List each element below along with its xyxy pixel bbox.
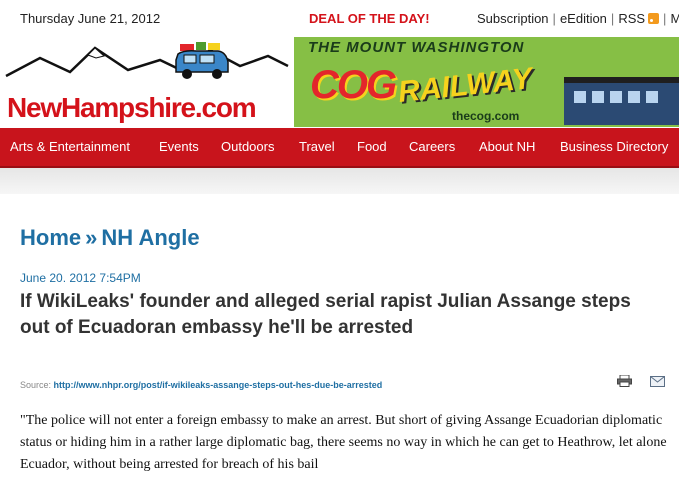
- nav-arts-entertainment[interactable]: Arts & Entertainment: [10, 139, 130, 154]
- cog-railway-ad-banner[interactable]: THE MOUNT WASHINGTON COG RAILWAY thecog.…: [294, 37, 679, 127]
- main-nav: Arts & Entertainment Events Outdoors Tra…: [0, 128, 679, 168]
- nav-travel[interactable]: Travel: [299, 139, 335, 154]
- ad-cog-text: COG: [310, 63, 397, 107]
- ad-url: thecog.com: [452, 109, 520, 123]
- email-icon[interactable]: [650, 376, 665, 387]
- nav-outdoors[interactable]: Outdoors: [221, 139, 274, 154]
- breadcrumb-home-link[interactable]: Home: [20, 225, 81, 250]
- nav-business-directory[interactable]: Business Directory: [560, 139, 668, 154]
- breadcrumb-section-link[interactable]: NH Angle: [101, 225, 199, 250]
- rss-icon[interactable]: [648, 13, 660, 24]
- logo-text: NewHampshire.com: [7, 92, 257, 123]
- deal-of-the-day-link[interactable]: DEAL OF THE DAY!: [309, 11, 430, 26]
- eedition-link[interactable]: eEdition: [560, 11, 607, 26]
- source-label: Source:: [20, 380, 52, 390]
- source-link[interactable]: http://www.nhpr.org/post/if-wikileaks-as…: [54, 380, 383, 390]
- more-link[interactable]: M: [670, 11, 679, 26]
- subscription-link[interactable]: Subscription: [477, 11, 549, 26]
- ad-railway-text: RAILWAY: [396, 62, 534, 109]
- mountain-logo-icon: [5, 46, 289, 78]
- sub-nav-bar: [0, 168, 679, 194]
- site-logo[interactable]: NewHampshire.com: [0, 36, 292, 126]
- breadcrumb: Home» NH Angle: [20, 225, 200, 251]
- print-icon[interactable]: [617, 375, 632, 387]
- nav-about-nh[interactable]: About NH: [479, 139, 535, 154]
- nav-food[interactable]: Food: [357, 139, 387, 154]
- car-logo-icon: [175, 42, 229, 79]
- article-body: "The police will not enter a foreign emb…: [20, 413, 667, 472]
- ad-title: THE MOUNT WASHINGTON: [308, 39, 525, 56]
- current-date: Thursday June 21, 2012: [20, 11, 161, 26]
- train-image: [564, 77, 679, 125]
- top-links: Subscription | eEdition | RSS | M: [477, 11, 679, 26]
- article-source: Source: http://www.nhpr.org/post/if-wiki…: [20, 380, 382, 390]
- nav-careers[interactable]: Careers: [409, 139, 455, 154]
- article-headline: If WikiLeaks' founder and alleged serial…: [20, 291, 631, 338]
- breadcrumb-separator: »: [85, 225, 98, 250]
- top-bar: Thursday June 21, 2012 DEAL OF THE DAY! …: [0, 0, 679, 34]
- nav-events[interactable]: Events: [159, 139, 199, 154]
- rss-link[interactable]: RSS: [618, 11, 645, 26]
- article-date: June 20. 2012 7:54PM: [20, 271, 141, 285]
